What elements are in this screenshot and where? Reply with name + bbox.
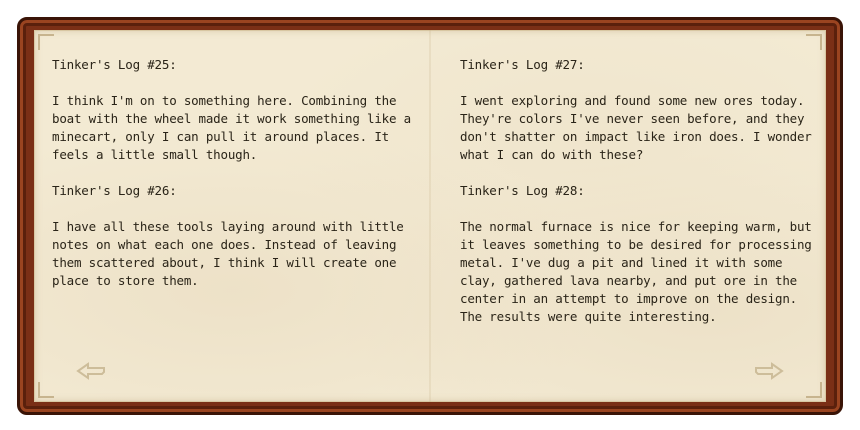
page-corner-ornament: [38, 34, 54, 50]
log-entry-title: Tinker's Log #27:: [460, 57, 585, 72]
log-entry-title: Tinker's Log #26:: [52, 183, 177, 198]
previous-page-button[interactable]: [74, 362, 108, 380]
book-cover: Tinker's Log #25: I think I'm on to some…: [17, 17, 843, 415]
arrow-left-icon: [76, 362, 105, 380]
log-entry-body: I have all these tools laying around wit…: [52, 219, 404, 288]
page-corner-ornament: [38, 382, 54, 398]
book-spine: [429, 30, 431, 402]
log-entry: Tinker's Log #26: I have all these tools…: [52, 182, 418, 290]
log-entry: Tinker's Log #25: I think I'm on to some…: [52, 56, 418, 164]
log-entry-title: Tinker's Log #25:: [52, 57, 177, 72]
next-page-button[interactable]: [752, 362, 786, 380]
log-entry-title: Tinker's Log #28:: [460, 183, 585, 198]
arrow-right-icon: [755, 362, 784, 380]
log-entry: Tinker's Log #27: I went exploring and f…: [460, 56, 826, 164]
page-corner-ornament: [806, 382, 822, 398]
log-entry-body: I went exploring and found some new ores…: [460, 93, 812, 162]
log-entry: Tinker's Log #28: The normal furnace is …: [460, 182, 826, 326]
log-entry-body: I think I'm on to something here. Combin…: [52, 93, 411, 162]
left-page: Tinker's Log #25: I think I'm on to some…: [52, 56, 418, 308]
page-corner-ornament: [806, 34, 822, 50]
book-pages: Tinker's Log #25: I think I'm on to some…: [34, 30, 826, 402]
log-entry-body: The normal furnace is nice for keeping w…: [460, 219, 812, 324]
right-page: Tinker's Log #27: I went exploring and f…: [460, 56, 826, 344]
